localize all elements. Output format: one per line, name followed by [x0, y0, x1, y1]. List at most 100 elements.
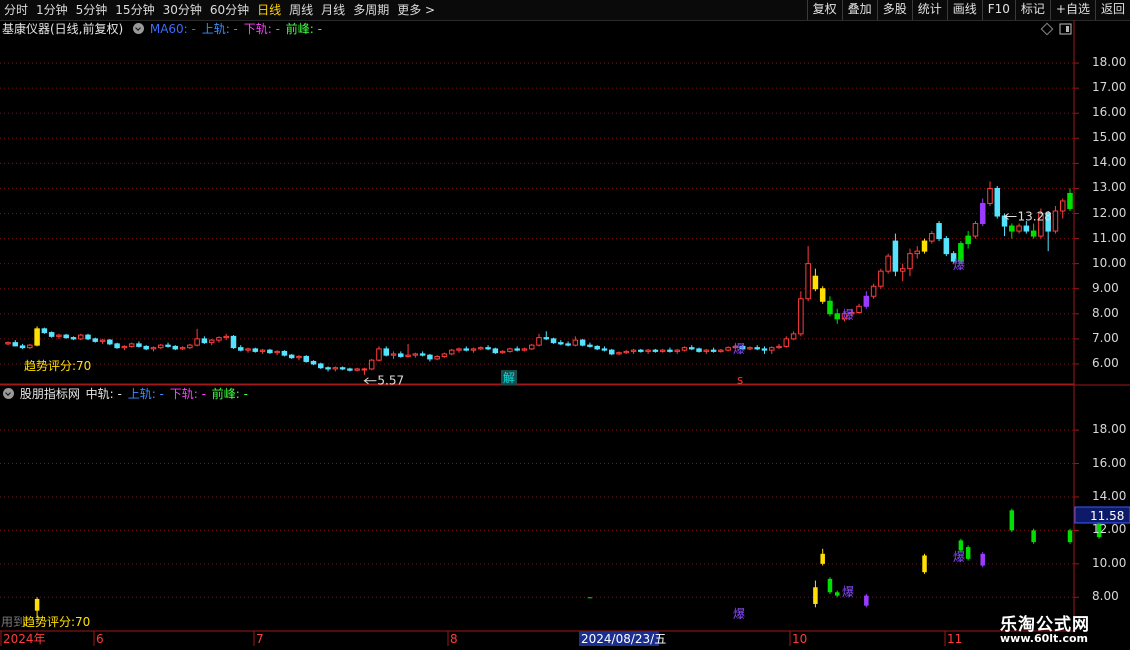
- candle: [143, 345, 149, 351]
- candle: [1030, 223, 1037, 239]
- y-tick-label: 14.00: [1092, 155, 1127, 170]
- window-icon[interactable]: [1059, 23, 1072, 35]
- candle: [448, 348, 455, 356]
- candle: [703, 348, 710, 354]
- y-tick-label: 9.00: [1092, 280, 1119, 295]
- candle: [339, 366, 346, 371]
- kline-chart[interactable]: 5.57 13.28 趋势评分:70 用到 趋势评分:70 解 s 爆 爆 爆 爆…: [0, 0, 1130, 650]
- sub-bar: [813, 580, 818, 608]
- candle: [128, 342, 135, 348]
- y-tick-label: 10.00: [1092, 555, 1127, 570]
- candle: [536, 333, 542, 347]
- candle: [492, 347, 499, 354]
- candle: [434, 355, 440, 361]
- sub-bar: [834, 590, 840, 598]
- candle: [201, 336, 208, 344]
- y-tick-label: 18.00: [1092, 55, 1127, 70]
- candle: [150, 346, 157, 352]
- candle: [863, 291, 870, 309]
- sub-bar: [827, 577, 833, 594]
- jie-marker-text: 解: [503, 371, 515, 385]
- candle: [274, 350, 280, 356]
- candle: [361, 367, 368, 375]
- candle: [929, 231, 935, 244]
- candle: [710, 347, 717, 353]
- candle: [812, 268, 819, 292]
- candle: [972, 221, 979, 239]
- candle: [899, 263, 906, 282]
- sub-y-axis: 18.00 16.00 14.00 12.00 10.00 8.00: [1074, 385, 1130, 631]
- candle: [914, 246, 921, 259]
- candle: [674, 348, 680, 354]
- window-icon-bar: [1066, 26, 1069, 32]
- svg-text:13.28: 13.28: [1018, 210, 1052, 224]
- sub-bar: [1031, 528, 1036, 544]
- candle: [907, 248, 913, 277]
- bao-marker: 爆: [842, 585, 854, 599]
- candle: [892, 233, 899, 277]
- candle: [979, 198, 986, 227]
- candle: [368, 358, 375, 371]
- candle: [798, 291, 804, 337]
- candle: [99, 338, 106, 344]
- candle: [405, 343, 411, 358]
- candle: [507, 347, 513, 353]
- y-tick-label: 8.00: [1092, 589, 1119, 604]
- candle: [390, 351, 397, 359]
- candle: [528, 343, 535, 351]
- candle: [412, 352, 419, 358]
- candle: [616, 351, 622, 356]
- candle: [834, 308, 840, 324]
- diamond-icon[interactable]: [1040, 22, 1054, 36]
- candle: [136, 341, 142, 348]
- jie-marker: 解: [501, 370, 517, 385]
- candle: [27, 343, 33, 349]
- candle: [499, 350, 506, 354]
- candle: [587, 342, 593, 348]
- candle: [310, 360, 317, 366]
- candle: [259, 348, 266, 354]
- candle: [761, 346, 768, 354]
- candle: [121, 345, 128, 351]
- candle: [754, 345, 760, 351]
- low-marker: 5.57: [363, 374, 404, 388]
- x-tick-label: 6: [96, 632, 104, 646]
- y-tick-label: 13.00: [1092, 180, 1127, 195]
- candle: [303, 355, 309, 363]
- candle: [827, 296, 833, 317]
- y-tick-label: 15.00: [1092, 130, 1127, 145]
- candle: [208, 338, 215, 346]
- candle: [92, 337, 99, 343]
- sub-bar: [820, 548, 825, 566]
- candle: [936, 221, 942, 242]
- sub-bar: [1067, 528, 1073, 544]
- candle: [427, 353, 433, 362]
- x-tick-label: 2024年: [3, 632, 46, 646]
- candle: [558, 340, 564, 346]
- candle: [819, 286, 826, 304]
- y-tick-label: 17.00: [1092, 80, 1127, 95]
- candles: [5, 181, 1073, 375]
- x-axis: 2024年 6 7 8 10 11: [0, 631, 962, 646]
- candle: [281, 350, 288, 357]
- candle: [172, 345, 179, 351]
- x-tick-label: 8: [450, 632, 458, 646]
- sub-bars: [34, 508, 1102, 618]
- y-tick-label: 12.00: [1092, 522, 1127, 537]
- candle: [478, 346, 484, 351]
- candle: [870, 283, 877, 299]
- sub-bar: [980, 552, 985, 568]
- candle: [1067, 188, 1073, 211]
- candle: [354, 367, 360, 372]
- sub-score-text: 趋势评分:70: [23, 615, 90, 629]
- candle: [441, 352, 448, 358]
- candle: [769, 346, 775, 354]
- candle: [398, 351, 404, 358]
- candle: [725, 346, 731, 352]
- candle: [267, 348, 273, 354]
- candle: [114, 342, 120, 349]
- sub-bar: [965, 545, 971, 561]
- y-tick-label: 16.00: [1092, 105, 1127, 120]
- candle: [288, 353, 295, 359]
- candle: [463, 346, 470, 352]
